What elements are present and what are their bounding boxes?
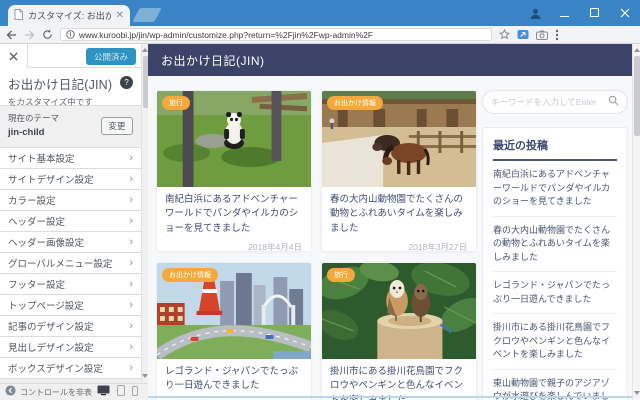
customizer-site-title: お出かけ日記(JIN): [8, 74, 133, 93]
device-preview-switcher: [97, 383, 138, 400]
post-date: 2018年3月27日: [322, 238, 476, 252]
recent-post-link[interactable]: 春の大内山動物園でたくさんの動物とふれあいタイムを楽しみました: [493, 217, 617, 273]
post-image-owls: 旅行: [322, 263, 476, 359]
post-card-legoland[interactable]: お出かけ情報 レゴランド・ジャパンでたっぷり一日遊んできました: [156, 262, 312, 400]
post-title[interactable]: レゴランド・ジャパンでたっぷり一日遊んできました: [157, 359, 311, 396]
publish-button[interactable]: 公開済み: [86, 48, 136, 65]
current-theme-block: 現在のテーマ jin-child 変更: [0, 106, 141, 148]
help-icon[interactable]: ?: [120, 76, 133, 89]
menu-item-header-image[interactable]: ヘッダー画像設定: [0, 232, 141, 253]
customizer-header: お出かけ日記(JIN) をカスタマイズ中です ?: [0, 68, 141, 106]
recent-posts-widget: 最近の投稿 南紀白浜にあるアドベンチャーワールドでパンダやイルカのショーを見てき…: [482, 127, 628, 400]
tab-title: カスタマイズ: お出かけ日記(JIN): [28, 9, 111, 22]
url-field[interactable]: www.kuroobi.jp/jin/wp-admin/customize.ph…: [60, 28, 492, 41]
recent-post-link[interactable]: 掛川市にある掛川花鳥園でフクロウやペンギンと色んなイベントを楽しみました: [493, 314, 617, 370]
recent-posts-title: 最近の投稿: [493, 137, 617, 161]
profile-icon[interactable]: [520, 0, 550, 26]
post-title[interactable]: 掛川市にある掛川花鳥園でフクロウやペンギンと色んなイベントを楽しみました: [322, 359, 476, 400]
menu-item-article-design[interactable]: 記事のデザイン設定: [0, 316, 141, 337]
search-input[interactable]: [491, 97, 604, 107]
site-header-title[interactable]: お出かけ日記(JIN): [161, 52, 265, 69]
menu-item-top-page[interactable]: トップページ設定: [0, 295, 141, 316]
post-image-legoland: お出かけ情報: [157, 263, 311, 359]
post-date: 2018年4月4日: [157, 238, 311, 252]
customizer-footer-bar: コントロールを非表示: [0, 383, 148, 400]
site-preview: お出かけ日記(JIN): [148, 44, 632, 400]
customizer-close-icon[interactable]: [0, 44, 28, 68]
extension-blue-icon[interactable]: [517, 29, 529, 40]
maximize-button[interactable]: [580, 0, 610, 26]
menu-item-global-menu[interactable]: グローバルメニュー設定: [0, 253, 141, 274]
window-controls: [520, 0, 640, 26]
menu-item-heading-design[interactable]: 見出しデザイン設定: [0, 337, 141, 358]
favicon-page-icon: [14, 7, 23, 25]
site-header: お出かけ日記(JIN): [148, 44, 632, 76]
recent-post-link[interactable]: 南紀白浜にあるアドベンチャーワールドでパンダやイルカのショーを見てきました: [493, 161, 617, 217]
post-badge[interactable]: 旅行: [327, 268, 355, 282]
close-button[interactable]: [610, 0, 640, 26]
post-badge[interactable]: お出かけ情報: [327, 96, 383, 110]
url-text: www.kuroobi.jp/jin/wp-admin/customize.ph…: [79, 30, 373, 40]
recent-post-link[interactable]: レゴランド・ジャパンでたっぷり一日遊んできました: [493, 272, 617, 314]
hide-controls-label[interactable]: コントロールを非表示: [20, 387, 92, 398]
change-theme-button[interactable]: 変更: [101, 117, 133, 135]
post-card-ouchiyama-zoo[interactable]: お出かけ情報 春の大内山動物園でたくさんの動物とふれあいタイムを楽しみました 2…: [321, 90, 477, 252]
browser-tab[interactable]: カスタマイズ: お出かけ日記(JIN) ✕: [8, 5, 130, 26]
post-image-panda: 旅行: [157, 91, 311, 187]
camera-extension-icon[interactable]: [536, 30, 548, 40]
customizer-menu: サイト基本設定 サイトデザイン設定 カラー設定 ヘッダー設定 ヘッダー画像設定 …: [0, 148, 141, 383]
post-card-adventure-world[interactable]: 旅行 南紀白浜にあるアドベンチャーワールドでパンダやイルカのショーを見てきました…: [156, 90, 312, 252]
post-badge[interactable]: お出かけ情報: [162, 268, 218, 282]
reload-icon[interactable]: [42, 29, 53, 40]
post-image-ponies: お出かけ情報: [322, 91, 476, 187]
tablet-preview-icon[interactable]: [117, 383, 125, 400]
back-icon[interactable]: [6, 30, 17, 40]
browser-menu-kebab-icon[interactable]: [555, 29, 559, 41]
preview-bottom-divider: [148, 396, 632, 398]
post-title[interactable]: 春の大内山動物園でたくさんの動物とふれあいタイムを楽しみました: [322, 187, 476, 238]
post-card-kakegawa-kachoen[interactable]: 旅行 掛川市にある掛川花鳥園でフクロウやペンギンと色んなイベントを楽しみました: [321, 262, 477, 400]
blog-sidebar: 最近の投稿 南紀白浜にあるアドベンチャーワールドでパンダやイルカのショーを見てき…: [482, 90, 628, 400]
preview-scrollbar[interactable]: [632, 44, 640, 400]
menu-item-site-design[interactable]: サイトデザイン設定: [0, 169, 141, 190]
menu-item-header[interactable]: ヘッダー設定: [0, 211, 141, 232]
post-badge[interactable]: 旅行: [162, 96, 190, 110]
menu-item-box-design[interactable]: ボックスデザイン設定: [0, 358, 141, 379]
browser-window: カスタマイズ: お出かけ日記(JIN) ✕ w: [0, 0, 640, 400]
customizer-scrollbar[interactable]: [141, 44, 148, 383]
browser-toolbar: www.kuroobi.jp/jin/wp-admin/customize.ph…: [0, 26, 640, 44]
post-title[interactable]: 南紀白浜にあるアドベンチャーワールドでパンダやイルカのショーを見てきました: [157, 187, 311, 238]
menu-item-site-basic[interactable]: サイト基本設定: [0, 148, 141, 169]
minimize-button[interactable]: [550, 0, 580, 26]
menu-item-footer[interactable]: フッター設定: [0, 274, 141, 295]
desktop-preview-icon[interactable]: [97, 383, 110, 400]
search-icon[interactable]: [608, 93, 619, 111]
info-icon[interactable]: [66, 28, 75, 41]
bookmark-star-icon[interactable]: [499, 29, 510, 40]
mobile-preview-icon[interactable]: [132, 383, 138, 400]
forward-icon[interactable]: [24, 30, 35, 40]
collapse-controls-icon[interactable]: [5, 383, 16, 400]
tab-close-icon[interactable]: ✕: [116, 11, 124, 21]
menu-item-color[interactable]: カラー設定: [0, 190, 141, 211]
blog-search-box[interactable]: [482, 90, 628, 114]
